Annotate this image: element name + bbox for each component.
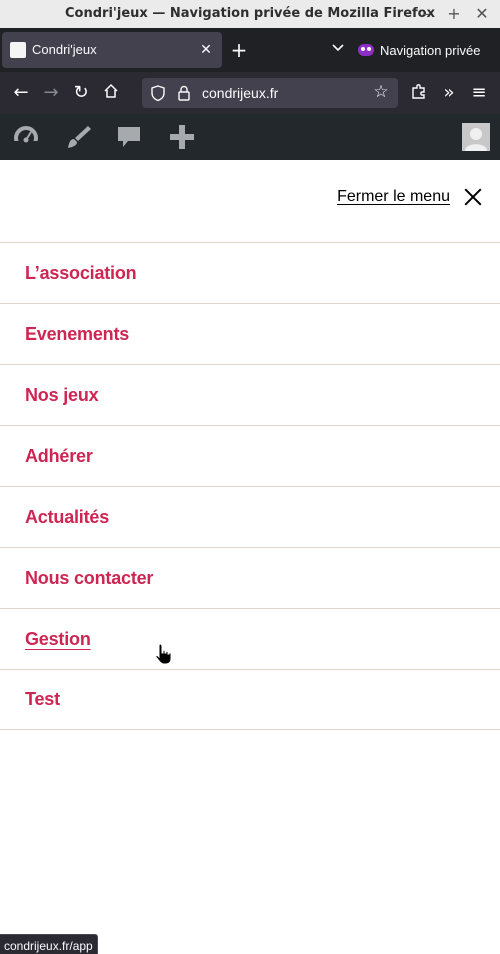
address-bar[interactable]: condrijeux.fr ☆ bbox=[142, 78, 398, 108]
lock-icon[interactable] bbox=[176, 84, 192, 102]
maximize-icon[interactable]: + bbox=[444, 4, 464, 24]
menu-item-actualites: Actualités bbox=[0, 486, 500, 547]
wp-admin-bar bbox=[0, 114, 500, 160]
menu-link-gestion[interactable]: Gestion bbox=[25, 629, 91, 650]
menu-link-actualites[interactable]: Actualités bbox=[25, 507, 109, 528]
tab-condrijeux[interactable]: Condri'jeux ✕ bbox=[2, 32, 222, 68]
menu-link-association[interactable]: L’association bbox=[25, 263, 137, 284]
menu-item-adherer: Adhérer bbox=[0, 425, 500, 486]
close-menu-button[interactable]: Fermer le menu bbox=[337, 188, 482, 206]
menu-item-association: L’association bbox=[0, 242, 500, 303]
reload-icon[interactable]: ↻ bbox=[70, 82, 92, 104]
hand-pointer-cursor-icon bbox=[155, 643, 172, 665]
close-tab-icon[interactable]: ✕ bbox=[196, 40, 216, 60]
menu-link-nos-jeux[interactable]: Nos jeux bbox=[25, 385, 99, 406]
new-tab-plus-icon[interactable]: + bbox=[228, 39, 250, 61]
close-window-icon[interactable]: ✕ bbox=[472, 4, 492, 24]
menu-link-adherer[interactable]: Adhérer bbox=[25, 446, 93, 467]
private-browsing-label: Navigation privée bbox=[380, 42, 481, 58]
dashboard-icon[interactable] bbox=[11, 123, 41, 151]
close-menu-label[interactable]: Fermer le menu bbox=[337, 188, 450, 206]
mobile-menu-panel: Fermer le menu L’association Evenements … bbox=[0, 160, 500, 954]
tracking-protection-shield-icon[interactable] bbox=[150, 84, 166, 102]
link-status-bar: condrijeux.fr/app bbox=[0, 934, 98, 954]
comments-icon[interactable] bbox=[114, 123, 144, 151]
navigation-toolbar: ← → ↻ condrijeux.fr ☆ » ≡ bbox=[0, 72, 500, 114]
private-browsing-indicator: Navigation privée bbox=[358, 40, 480, 60]
forward-arrow-icon[interactable]: → bbox=[40, 82, 62, 104]
overflow-chevrons-icon[interactable]: » bbox=[438, 82, 460, 104]
menu-item-nous-contacter: Nous contacter bbox=[0, 547, 500, 608]
menu-link-test[interactable]: Test bbox=[25, 689, 60, 710]
bookmark-star-icon[interactable]: ☆ bbox=[372, 83, 390, 101]
window-titlebar: Condri'jeux — Navigation privée de Mozil… bbox=[0, 0, 500, 28]
url-text[interactable]: condrijeux.fr bbox=[202, 85, 278, 101]
close-x-icon[interactable] bbox=[464, 188, 482, 206]
site-favicon-icon bbox=[10, 42, 26, 58]
extensions-puzzle-icon[interactable] bbox=[408, 82, 430, 104]
minimize-icon[interactable]: – bbox=[416, 4, 436, 24]
menu-link-evenements[interactable]: Evenements bbox=[25, 324, 129, 345]
new-content-plus-icon[interactable] bbox=[167, 123, 197, 151]
customize-brush-icon[interactable] bbox=[64, 123, 94, 151]
back-arrow-icon[interactable]: ← bbox=[10, 82, 32, 104]
menu-item-nos-jeux: Nos jeux bbox=[0, 364, 500, 425]
primary-menu: L’association Evenements Nos jeux Adhére… bbox=[0, 242, 500, 730]
menu-link-nous-contacter[interactable]: Nous contacter bbox=[25, 568, 153, 589]
hamburger-menu-icon[interactable]: ≡ bbox=[468, 82, 490, 104]
menu-item-test: Test bbox=[0, 669, 500, 730]
menu-item-evenements: Evenements bbox=[0, 303, 500, 364]
status-url-text: condrijeux.fr/app bbox=[4, 939, 93, 953]
list-all-tabs-chevron-icon[interactable] bbox=[328, 39, 348, 61]
menu-item-gestion: Gestion bbox=[0, 608, 500, 669]
user-avatar[interactable] bbox=[462, 123, 490, 151]
tab-label: Condri'jeux bbox=[32, 42, 97, 57]
private-mask-icon bbox=[358, 44, 374, 56]
tab-strip: Condri'jeux ✕ + Navigation privée bbox=[0, 28, 500, 72]
home-icon[interactable] bbox=[100, 82, 122, 104]
